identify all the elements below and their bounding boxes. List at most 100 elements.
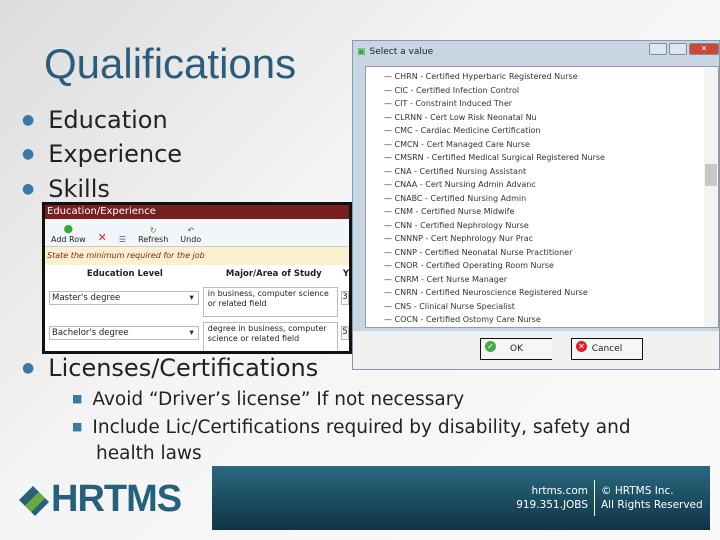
hrtms-logo: HRTMS [15,478,182,521]
bullet-label: Education [48,106,168,134]
ok-label: OK [510,344,523,354]
select-value: Master's degree [52,293,121,303]
logo-text: HRTMS [51,478,182,520]
list-item[interactable]: — CMSRN - Certified Medical Surgical Reg… [366,151,718,165]
minimize-button[interactable] [649,43,667,55]
bullet-dot: ● [22,112,35,128]
table-header: Education Level Major/Area of Study Y [45,265,349,283]
bullet-dot: ● [22,360,35,376]
dialog-title: Select a value [369,47,434,57]
bullet-label: Experience [48,140,183,168]
bullet-licenses: ● Licenses/Certifications [22,354,318,382]
instruction-note: State the minimum required for the job [45,247,349,265]
refresh-label: Refresh [138,235,169,244]
list-item[interactable]: — CNS - Clinical Nurse Specialist [366,300,718,314]
dialog-app-icon: ▣ [357,47,366,57]
list-item[interactable]: — CNOR - Certified Operating Room Nurse [366,259,718,273]
list-item[interactable]: — CNNP - Certified Neonatal Nurse Practi… [366,246,718,260]
column-education-level: Education Level [86,269,163,279]
move-icon: ☰ [118,235,127,244]
table-row: Bachelor's degree ▾ degree in business, c… [45,318,349,351]
education-level-select[interactable]: Bachelor's degree ▾ [49,326,199,340]
undo-icon: ↶ [187,226,195,235]
list-item[interactable]: — CNM - Certified Nurse Midwife [366,205,718,219]
delete-button[interactable]: ✕ [98,231,107,244]
check-icon: ✓ [485,341,496,352]
select-value: Bachelor's degree [52,328,129,338]
list-item[interactable]: — CNN - Certified Nephrology Nurse [366,219,718,233]
move-button[interactable]: ☰ [119,235,126,244]
close-button[interactable]: ✕ [689,43,719,55]
bullet-label: Licenses/Certifications [48,354,319,382]
toolbar: ● Add Row ✕ ☰ ↻ Refresh ↶ Undo [45,219,349,247]
scrollbar[interactable] [704,67,718,327]
list-item[interactable]: — CNRN - Certified Neuroscience Register… [366,286,718,300]
logo-mark-icon [19,485,49,516]
dropdown-arrow-icon: ▾ [189,328,194,338]
list-item[interactable]: — CNRM - Cert Nurse Manager [366,273,718,287]
bullet-skills: ● Skills [22,175,110,203]
dialog-footer: ✓ OK ✕ Cancel [353,331,719,369]
copyright: © HRTMS Inc. [601,485,674,497]
square-bullet-icon: ■ [72,392,83,405]
scrollbar-thumb[interactable] [705,164,717,186]
phone: 919.351.JOBS [516,499,588,511]
website: hrtms.com [531,485,588,497]
bullet-education: ● Education [22,106,168,134]
delete-icon: ✕ [97,231,107,244]
list-item[interactable]: — COCN - Certified Ostomy Care Nurse [366,313,718,327]
rights: All Rights Reserved [601,499,703,511]
square-bullet-icon: ■ [72,420,83,433]
bullet-dot: ● [22,181,35,197]
list-item[interactable]: — CIC - Certified Infection Control [366,84,718,98]
sub-bullet-text: Avoid “Driver’s license” If not necessar… [92,389,465,410]
list-item[interactable]: — CNA - Certified Nursing Assistant [366,165,718,179]
cancel-icon: ✕ [576,341,587,352]
major-field[interactable]: degree in business, computer science or … [202,322,339,351]
select-value-dialog: ▣ Select a value ✕ — CHRN - Certified Hyp… [352,40,720,370]
add-row-button[interactable]: ● Add Row [51,222,86,244]
table-row: Master's degree ▾ in business, computer s… [45,283,349,318]
list-item[interactable]: — CIT - Constraint Induced Ther [366,97,718,111]
years-field[interactable]: 5 [341,326,349,340]
sub-bullet: ■ Include Lic/Certifications required by … [72,416,672,466]
undo-button[interactable]: ↶ Undo [180,226,201,244]
bullet-label: Skills [48,175,110,203]
cancel-label: Cancel [591,344,623,354]
column-major: Major/Area of Study [225,269,322,279]
slide: Qualifications ● Education ● Experience ● S… [0,0,720,540]
list-item[interactable]: — CHRN - Certified Hyperbaric Registered… [366,70,718,84]
slide-title: Qualifications [44,40,297,87]
footer-divider [594,480,595,516]
ok-button[interactable]: ✓ OK [480,338,552,360]
cancel-button[interactable]: ✕ Cancel [571,338,643,360]
maximize-button[interactable] [669,43,687,55]
sub-bullet: ■ Avoid “Driver’s license” If not necessa… [72,388,672,414]
panel-header: Education/Experience [45,205,349,219]
list-item[interactable]: — CNNNP - Cert Nephrology Nur Prac [366,232,718,246]
footer-contact: hrtms.com 919.351.JOBS [516,484,588,512]
add-row-label: Add Row [51,235,86,244]
list-item[interactable]: — CMCN - Cert Managed Care Nurse [366,138,718,152]
refresh-icon: ↻ [149,226,157,235]
column-years: Y [342,269,349,279]
footer-copyright: © HRTMS Inc. All Rights Reserved [601,484,703,512]
list-item[interactable]: — CMC - Cardiac Medicine Certification [366,124,718,138]
footer-bar: hrtms.com 919.351.JOBS © HRTMS Inc. All Ri… [212,466,710,530]
list-item[interactable]: — CLRNN - Cert Low Risk Neonatal Nu [366,111,718,125]
sub-bullet-text: Include Lic/Certifications required by d… [92,417,631,464]
list-item[interactable]: — COHN - Certified Occupational Health N… [366,327,718,328]
major-field[interactable]: in business, computer science or related… [202,287,339,317]
value-list: — CHRN - Certified Hyperbaric Registered… [365,66,719,328]
education-level-select[interactable]: Master's degree ▾ [49,291,199,305]
years-field[interactable]: 3 [341,291,349,305]
bullet-experience: ● Experience [22,140,182,168]
education-experience-screenshot: Education/Experience ● Add Row ✕ ☰ ↻ Refre… [42,202,352,354]
list-item[interactable]: — CNAA - Cert Nursing Admin Advanc [366,178,718,192]
bullet-dot: ● [22,146,35,162]
list-item[interactable]: — CNABC - Certified Nursing Admin [366,192,718,206]
refresh-button[interactable]: ↻ Refresh [138,226,168,244]
undo-label: Undo [180,235,202,244]
dropdown-arrow-icon: ▾ [189,293,194,303]
add-icon: ● [63,222,74,235]
